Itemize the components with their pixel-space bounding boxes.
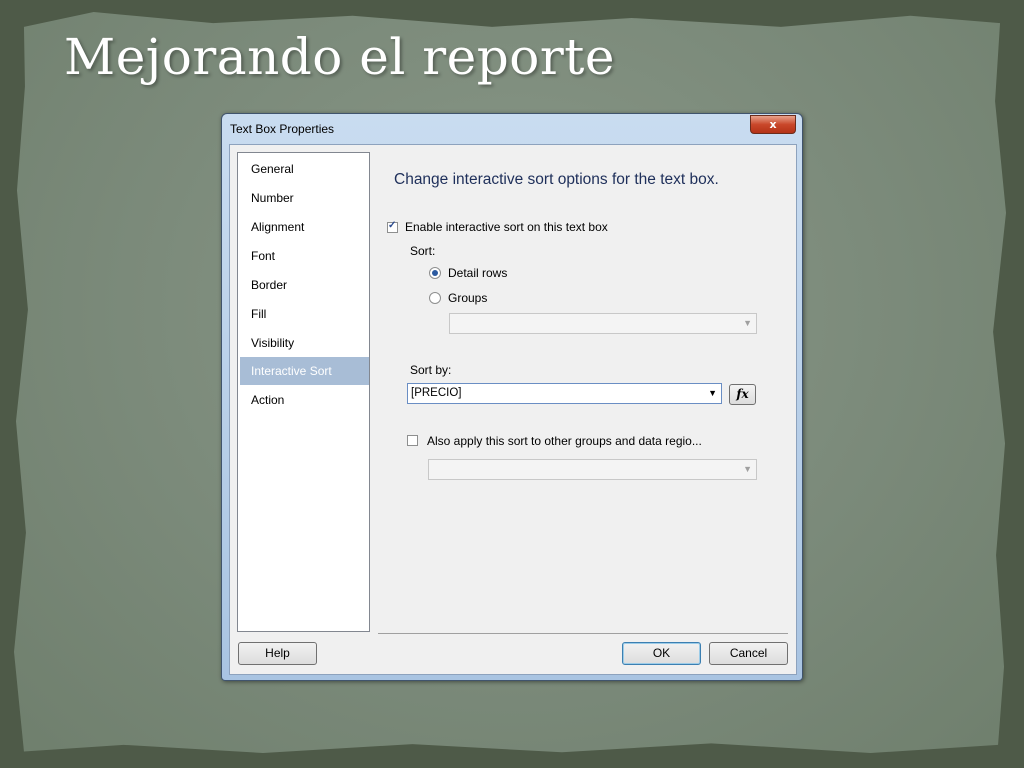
dialog-title-bar[interactable]: Text Box Properties x [222, 114, 802, 144]
nav-item-action[interactable]: Action [240, 386, 369, 414]
groups-combo[interactable]: ▼ [449, 313, 757, 334]
expression-button[interactable]: fx [729, 384, 756, 405]
close-button[interactable]: x [750, 115, 796, 134]
panel-heading: Change interactive sort options for the … [394, 171, 719, 188]
nav-item-interactive-sort[interactable]: Interactive Sort [240, 357, 369, 385]
groups-radio[interactable] [429, 292, 441, 304]
text-box-properties-dialog: Text Box Properties x General Number Ali… [221, 113, 803, 681]
sort-by-value: [PRECIO] [411, 387, 462, 399]
groups-label: Groups [448, 291, 488, 305]
footer-divider [378, 633, 788, 634]
slide-title: Mejorando el reporte [64, 28, 615, 86]
apply-other-checkbox[interactable] [407, 435, 418, 446]
detail-rows-label: Detail rows [448, 266, 508, 280]
sort-by-label: Sort by: [410, 363, 452, 377]
function-icon: fx [736, 387, 749, 401]
nav-item-font[interactable]: Font [240, 242, 369, 270]
nav-item-visibility[interactable]: Visibility [240, 329, 369, 357]
nav-item-fill[interactable]: Fill [240, 300, 369, 328]
chevron-down-icon: ▼ [743, 464, 752, 474]
dialog-title: Text Box Properties [230, 122, 335, 136]
sort-by-combo[interactable]: [PRECIO] ▼ [407, 383, 722, 404]
nav-item-alignment[interactable]: Alignment [240, 213, 369, 241]
enable-sort-label: Enable interactive sort on this text box [405, 220, 608, 234]
interactive-sort-panel: Change interactive sort options for the … [378, 145, 790, 634]
dialog-body: General Number Alignment Font Border Fil… [229, 144, 797, 675]
close-icon: x [769, 118, 777, 131]
cancel-button[interactable]: Cancel [709, 642, 788, 665]
nav-item-border[interactable]: Border [240, 271, 369, 299]
apply-other-label: Also apply this sort to other groups and… [427, 434, 702, 448]
chevron-down-icon: ▼ [743, 318, 752, 328]
sort-label: Sort: [410, 244, 436, 258]
category-list: General Number Alignment Font Border Fil… [237, 152, 370, 632]
chevron-down-icon: ▼ [708, 388, 717, 398]
other-regions-combo[interactable]: ▼ [428, 459, 757, 480]
nav-item-number[interactable]: Number [240, 184, 369, 212]
enable-sort-checkbox[interactable] [387, 220, 398, 233]
ok-button[interactable]: OK [622, 642, 701, 665]
help-button[interactable]: Help [238, 642, 317, 665]
detail-rows-radio[interactable] [429, 267, 441, 279]
nav-item-general[interactable]: General [240, 155, 369, 183]
